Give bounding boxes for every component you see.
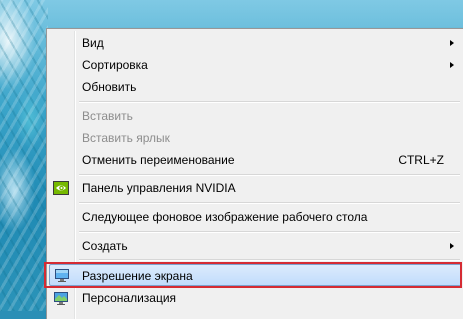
menu-item-sort[interactable]: Сортировка	[49, 54, 462, 76]
menu-item-label: Персонализация	[82, 291, 177, 305]
menu-item-refresh[interactable]: Обновить	[49, 76, 462, 98]
menu-separator	[79, 202, 460, 204]
menu-item-label: Вид	[82, 36, 104, 50]
menu-item-undo-rename[interactable]: Отменить переименование CTRL+Z	[49, 149, 462, 171]
menu-item-personalization[interactable]: Персонализация	[49, 287, 462, 309]
menu-item-label: Сортировка	[82, 58, 148, 72]
submenu-arrow-icon	[450, 243, 454, 249]
menu-separator	[79, 231, 460, 233]
menu-item-new[interactable]: Создать	[49, 235, 462, 257]
menu-item-label: Следующее фоновое изображение рабочего с…	[82, 210, 368, 224]
menu-item-label: Панель управления NVIDIA	[82, 181, 236, 195]
nvidia-icon	[53, 180, 69, 196]
menu-item-label: Создать	[82, 239, 128, 253]
menu-item-paste[interactable]: Вставить	[49, 105, 462, 127]
menu-separator	[79, 174, 460, 176]
menu-item-shortcut: CTRL+Z	[398, 153, 444, 167]
menu-separator	[79, 259, 460, 261]
submenu-arrow-icon	[450, 40, 454, 46]
submenu-arrow-icon	[450, 62, 454, 68]
menu-item-next-desktop-background[interactable]: Следующее фоновое изображение рабочего с…	[49, 206, 462, 228]
menu-item-paste-shortcut[interactable]: Вставить ярлык	[49, 127, 462, 149]
menu-item-nvidia-control-panel[interactable]: Панель управления NVIDIA	[49, 177, 462, 199]
menu-item-label: Обновить	[82, 80, 137, 94]
menu-separator	[79, 101, 460, 103]
menu-item-view[interactable]: Вид	[49, 32, 462, 54]
menu-item-label: Вставить ярлык	[82, 131, 170, 145]
menu-item-label: Вставить	[82, 109, 133, 123]
highlight-annotation-frame	[44, 262, 462, 288]
personalization-icon	[53, 290, 69, 306]
menu-item-label: Отменить переименование	[82, 153, 235, 167]
